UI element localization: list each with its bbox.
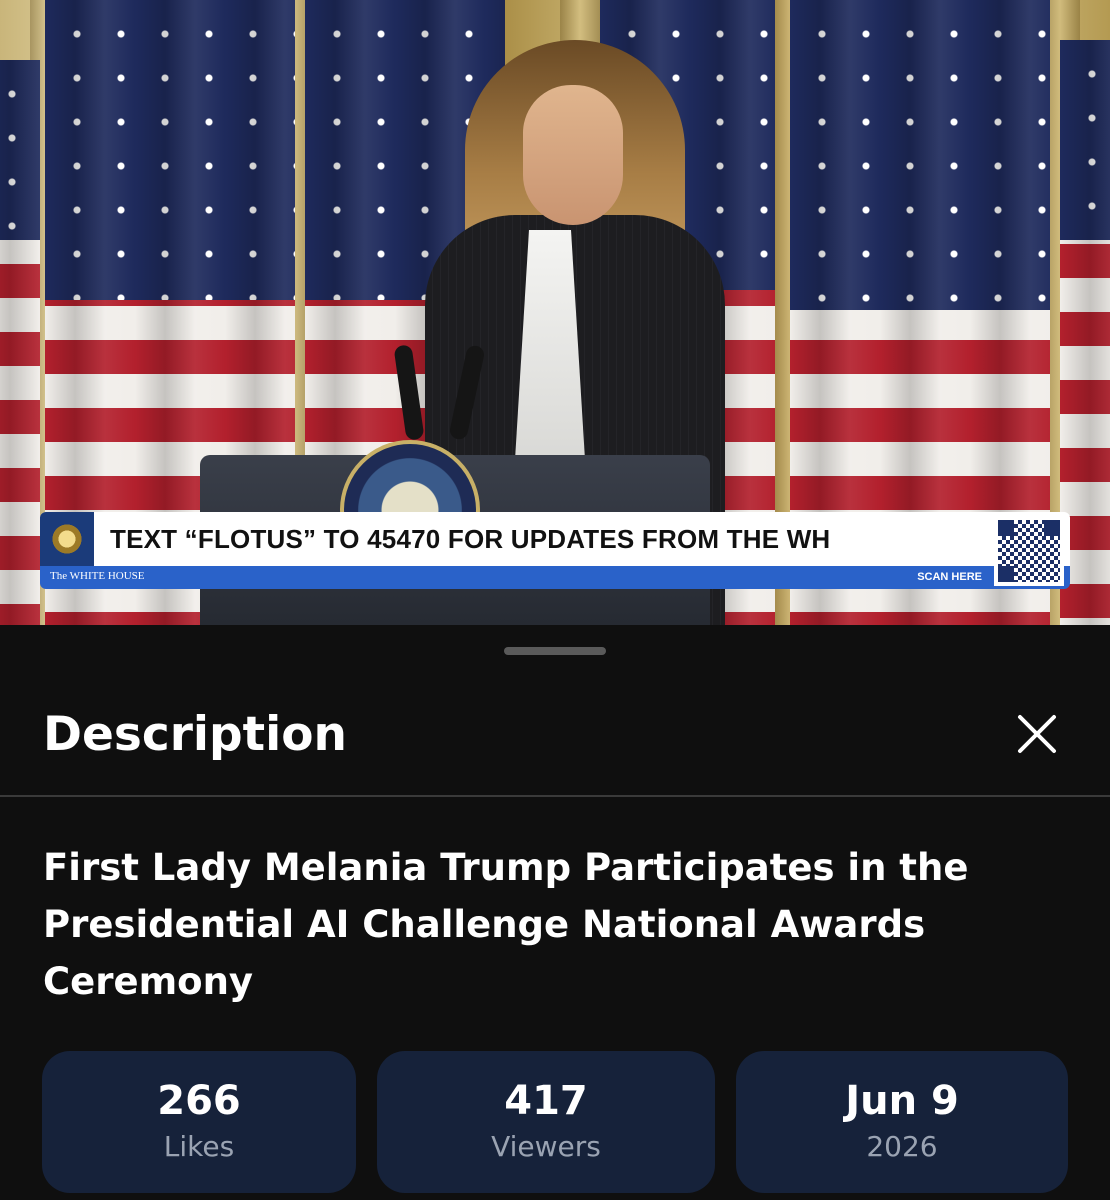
close-icon [1018, 715, 1056, 753]
stat-label: 2026 [866, 1130, 938, 1163]
white-house-logo [40, 512, 94, 566]
eagle-icon [50, 522, 84, 556]
video-player[interactable]: TEXT “FLOTUS” TO 45470 FOR UPDATES FROM … [0, 0, 1110, 625]
stat-label: Likes [163, 1130, 235, 1163]
stat-value: Jun 9 [845, 1078, 959, 1124]
stat-value: 266 [157, 1078, 241, 1124]
close-button[interactable] [1008, 705, 1066, 763]
divider [0, 795, 1110, 797]
stat-card-date: Jun 9 2026 [736, 1051, 1068, 1193]
lower-third-banner: TEXT “FLOTUS” TO 45470 FOR UPDATES FROM … [40, 512, 1070, 589]
video-title: First Lady Melania Trump Participates in… [43, 846, 969, 1003]
description-sheet: Description First Lady Melania Trump Par… [0, 625, 1110, 1200]
banner-text: TEXT “FLOTUS” TO 45470 FOR UPDATES FROM … [110, 524, 831, 554]
american-flag [0, 60, 40, 625]
stat-value: 417 [504, 1078, 588, 1124]
scan-label: SCAN HERE [917, 571, 982, 583]
banner-org: The WHITE HOUSE [50, 570, 145, 582]
stat-card-likes: 266 Likes [42, 1051, 356, 1193]
drag-handle[interactable] [504, 647, 606, 655]
stat-label: Viewers [491, 1130, 601, 1163]
sheet-title: Description [43, 707, 347, 762]
stat-card-viewers: 417 Viewers [377, 1051, 715, 1193]
qr-code [994, 516, 1064, 586]
